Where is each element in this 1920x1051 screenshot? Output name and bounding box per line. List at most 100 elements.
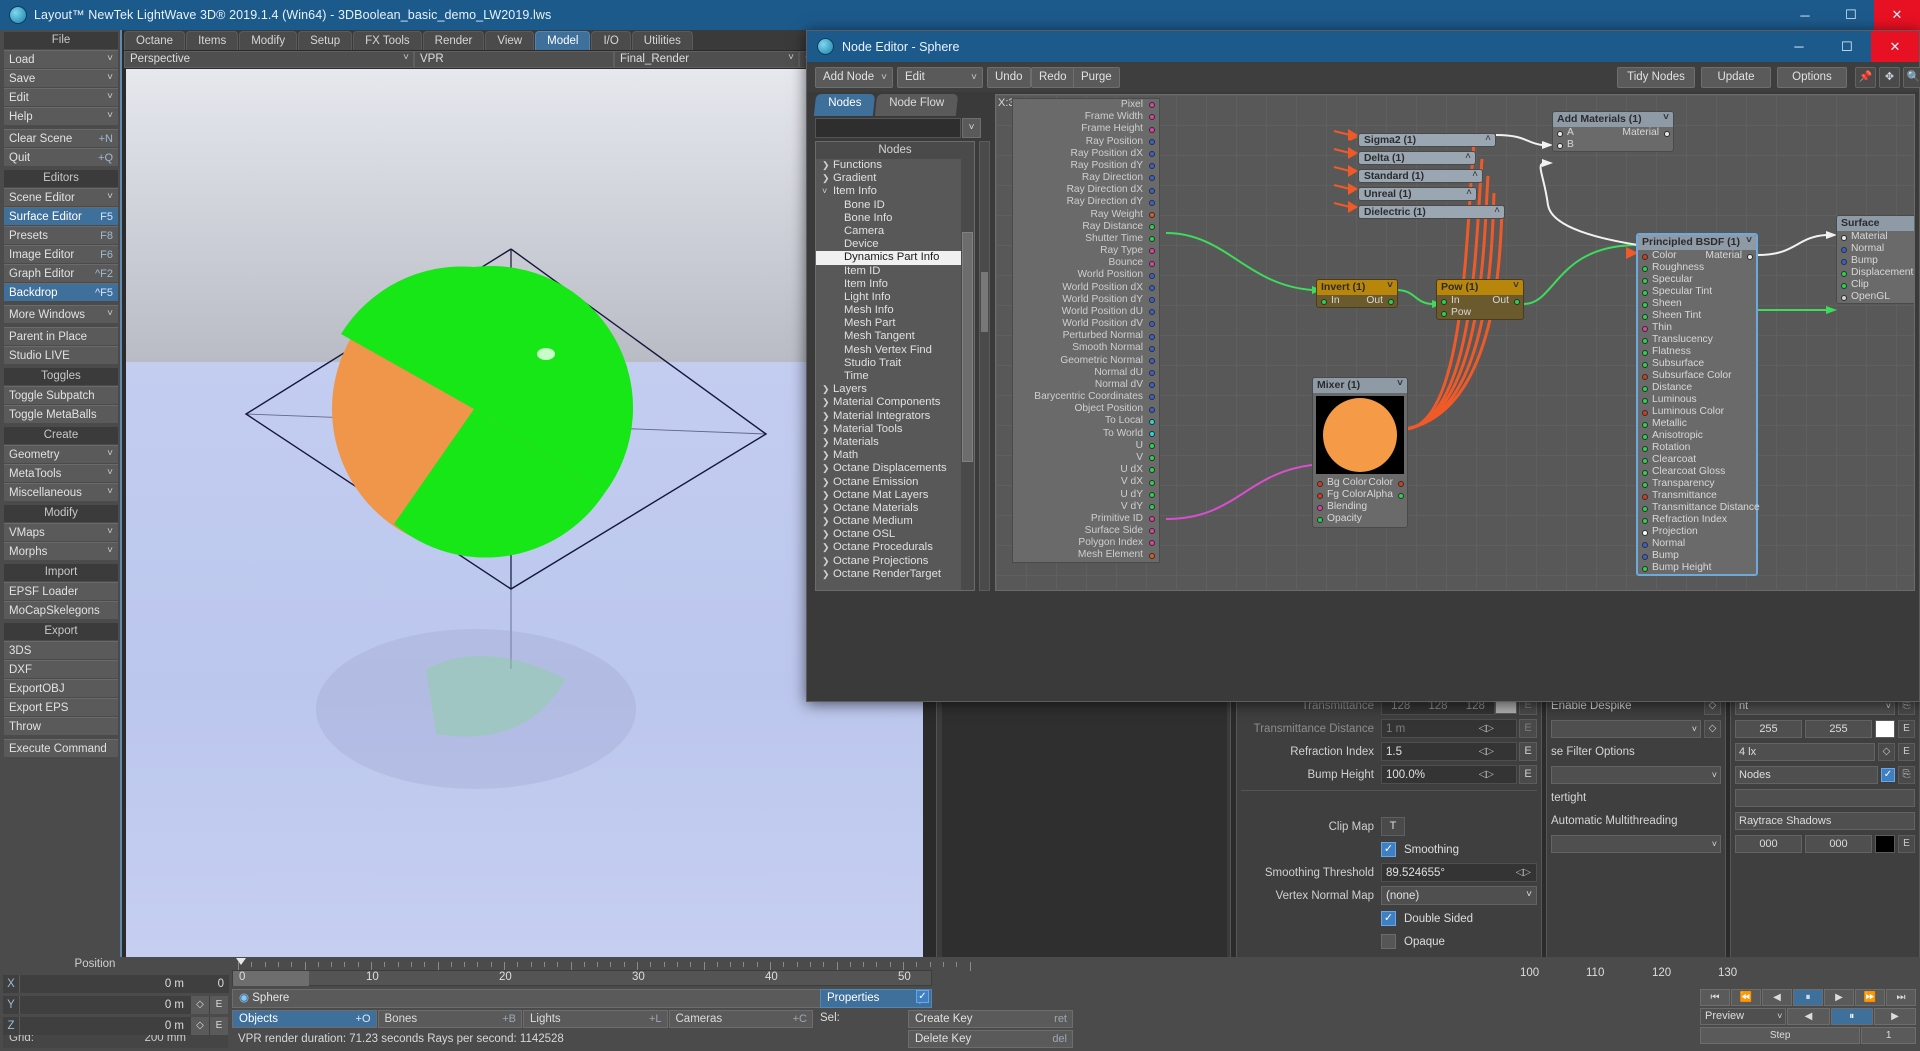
node-list-item[interactable]: Bone Info bbox=[816, 212, 974, 225]
frame-number-field[interactable]: 0 bbox=[185, 975, 229, 993]
sidebar-item-execute-command[interactable]: Execute Command bbox=[4, 739, 118, 757]
playhead-icon[interactable] bbox=[236, 958, 246, 965]
node-port[interactable]: Normal bbox=[1837, 243, 1914, 255]
node-list-item[interactable]: Mesh Vertex Find bbox=[816, 344, 974, 357]
node-list-item[interactable]: ❯ Octane Emission bbox=[816, 476, 974, 489]
input-node-output[interactable]: Surface Side bbox=[1013, 525, 1159, 537]
envelope-button[interactable]: E bbox=[1898, 835, 1915, 853]
node-list-item[interactable]: ❯ Functions bbox=[816, 159, 974, 172]
node-invert-header[interactable]: Invert (1) ˅ bbox=[1317, 280, 1397, 295]
node-port-b[interactable]: B bbox=[1553, 139, 1673, 151]
collapsed-node-unreal-1-[interactable]: Unreal (1) ˄ bbox=[1358, 187, 1477, 201]
node-port[interactable]: Sheen Tint bbox=[1638, 310, 1756, 322]
canvas-vertical-scrollbar[interactable] bbox=[979, 141, 990, 591]
sidebar-item-miscellaneous[interactable]: Miscellaneous ˅ bbox=[4, 483, 118, 501]
tidy-nodes-button[interactable]: Tidy Nodes bbox=[1617, 67, 1695, 88]
input-node-output[interactable]: V dX bbox=[1013, 476, 1159, 488]
opaque-checkbox[interactable] bbox=[1381, 934, 1396, 949]
input-node-output[interactable]: To World bbox=[1013, 428, 1159, 440]
sidebar-item-save[interactable]: Save ˅ bbox=[4, 69, 118, 87]
sidebar-item-surface-editor[interactable]: Surface Editor F5 bbox=[4, 207, 118, 225]
light-property-field[interactable]: Nodes bbox=[1735, 766, 1878, 784]
node-port[interactable]: Clearcoat bbox=[1638, 454, 1756, 466]
sidebar-item-morphs[interactable]: Morphs ˅ bbox=[4, 542, 118, 560]
node-list-item[interactable]: Studio Trait bbox=[816, 357, 974, 370]
node-list-item[interactable]: ❯ Octane Medium bbox=[816, 515, 974, 528]
transport-button-3[interactable]: ⏸ bbox=[1793, 989, 1823, 1006]
node-port[interactable]: Projection bbox=[1638, 526, 1756, 538]
node-port[interactable]: Clip bbox=[1837, 279, 1914, 291]
sidebar-item-studio-live[interactable]: Studio LIVE bbox=[4, 346, 118, 364]
sidebar-item-export-eps[interactable]: Export EPS bbox=[4, 698, 118, 716]
node-pow[interactable]: Pow (1) ˅ In Out Pow bbox=[1436, 279, 1524, 320]
node-pow-exponent[interactable]: Pow bbox=[1437, 307, 1523, 319]
node-editor-close-button[interactable]: ✕ bbox=[1871, 31, 1919, 62]
menu-tab-modify[interactable]: Modify bbox=[239, 31, 298, 50]
node-port[interactable]: Bump bbox=[1837, 255, 1914, 267]
node-port[interactable]: Clearcoat Gloss bbox=[1638, 466, 1756, 478]
node-list-item[interactable]: ❯ Octane Projections bbox=[816, 555, 974, 568]
node-port[interactable]: Material bbox=[1837, 231, 1914, 243]
undo-button[interactable]: Undo bbox=[987, 67, 1031, 88]
node-list-scroll-thumb[interactable] bbox=[962, 232, 973, 462]
node-list-item[interactable]: ❯ Octane Mat Layers bbox=[816, 489, 974, 502]
node-list-item[interactable]: ❯ Layers bbox=[816, 383, 974, 396]
sidebar-item-scene-editor[interactable]: Scene Editor ˅ bbox=[4, 188, 118, 206]
transport-button-4[interactable]: ▶ bbox=[1824, 989, 1854, 1006]
input-node-output[interactable]: To Local bbox=[1013, 415, 1159, 427]
sidebar-item-load[interactable]: Load ˅ bbox=[4, 50, 118, 68]
redo-button[interactable]: Redo bbox=[1031, 67, 1075, 88]
vertex-normal-map-select[interactable]: (none) ˅ bbox=[1381, 886, 1537, 905]
sidebar-item-epsf-loader[interactable]: EPSF Loader bbox=[4, 582, 118, 600]
sidebar-item-parent-in-place[interactable]: Parent in Place bbox=[4, 327, 118, 345]
render-option-field[interactable]: ˅ bbox=[1551, 720, 1701, 738]
input-node[interactable]: Pixel Frame Width Frame Height Ray Position… bbox=[1012, 98, 1160, 563]
sidebar-item-geometry[interactable]: Geometry ˅ bbox=[4, 445, 118, 463]
transport-button-5[interactable]: ⏩ bbox=[1855, 989, 1885, 1006]
preview-transport-button-2[interactable]: ▶ bbox=[1873, 1008, 1917, 1025]
sidebar-item-throw[interactable]: Throw bbox=[4, 717, 118, 735]
add-node-button[interactable]: Add Node ˅ bbox=[815, 67, 893, 88]
axis-value-field[interactable]: 0 m bbox=[19, 975, 190, 993]
sidebar-item-quit[interactable]: Quit +Q bbox=[4, 148, 118, 166]
stepper-arrows-icon[interactable]: ◁▷ bbox=[1479, 744, 1494, 760]
node-mixer-header[interactable]: Mixer (1) ˅ bbox=[1313, 378, 1407, 393]
edit-menu-button[interactable]: Edit ˅ bbox=[897, 67, 983, 88]
viewport-view-dropdown[interactable]: Perspective ˅ bbox=[124, 51, 414, 68]
node-list-item[interactable]: ❯ Material Integrators bbox=[816, 410, 974, 423]
transport-button-2[interactable]: ◀ bbox=[1762, 989, 1792, 1006]
node-list-item[interactable]: ❯ Material Tools bbox=[816, 423, 974, 436]
double-sided-checkbox[interactable]: ✓ bbox=[1381, 911, 1396, 926]
sidebar-item-more-windows[interactable]: More Windows ˅ bbox=[4, 305, 118, 323]
properties-checkbox[interactable]: ✓ bbox=[916, 990, 929, 1003]
node-list-item[interactable]: ❯ Gradient bbox=[816, 172, 974, 185]
create-key-button[interactable]: Create Key ret bbox=[908, 1010, 1073, 1028]
input-node-output[interactable]: Ray Weight bbox=[1013, 209, 1159, 221]
input-node-output[interactable]: World Position bbox=[1013, 269, 1159, 281]
input-node-output[interactable]: Ray Direction dX bbox=[1013, 184, 1159, 196]
menu-tab-setup[interactable]: Setup bbox=[298, 31, 353, 50]
node-list-item[interactable]: ❯ Materials bbox=[816, 436, 974, 449]
menu-tab-model[interactable]: Model bbox=[535, 31, 591, 50]
sidebar-item-metatools[interactable]: MetaTools ˅ bbox=[4, 464, 118, 482]
node-port[interactable]: Luminous bbox=[1638, 394, 1756, 406]
sidebar-item-graph-editor[interactable]: Graph Editor ^F2 bbox=[4, 264, 118, 282]
node-port[interactable]: Specular Tint bbox=[1638, 286, 1756, 298]
minimize-button[interactable]: ─ bbox=[1782, 0, 1828, 30]
smoothing-checkbox[interactable]: ✓ bbox=[1381, 842, 1396, 857]
node-list-item[interactable]: Item ID bbox=[816, 265, 974, 278]
input-node-output[interactable]: Normal dV bbox=[1013, 379, 1159, 391]
input-node-output[interactable]: Polygon Index bbox=[1013, 537, 1159, 549]
sidebar-item-clear-scene[interactable]: Clear Scene +N bbox=[4, 129, 118, 147]
node-port[interactable]: Transmittance bbox=[1638, 490, 1756, 502]
sidebar-item-dxf[interactable]: DXF bbox=[4, 660, 118, 678]
envelope-button[interactable]: E bbox=[1519, 765, 1537, 784]
node-port[interactable]: Flatness bbox=[1638, 346, 1756, 358]
selection-mode-cameras[interactable]: Cameras +C bbox=[668, 1010, 813, 1028]
node-list-item[interactable]: ❯ Material Components bbox=[816, 396, 974, 409]
node-editor-minimize-button[interactable]: ─ bbox=[1775, 31, 1823, 62]
color-channel-field[interactable]: 000 bbox=[1735, 835, 1802, 853]
sidebar-item-edit[interactable]: Edit ˅ bbox=[4, 88, 118, 106]
search-icon[interactable]: 🔍 bbox=[1903, 67, 1920, 88]
input-node-output[interactable]: Frame Width bbox=[1013, 111, 1159, 123]
